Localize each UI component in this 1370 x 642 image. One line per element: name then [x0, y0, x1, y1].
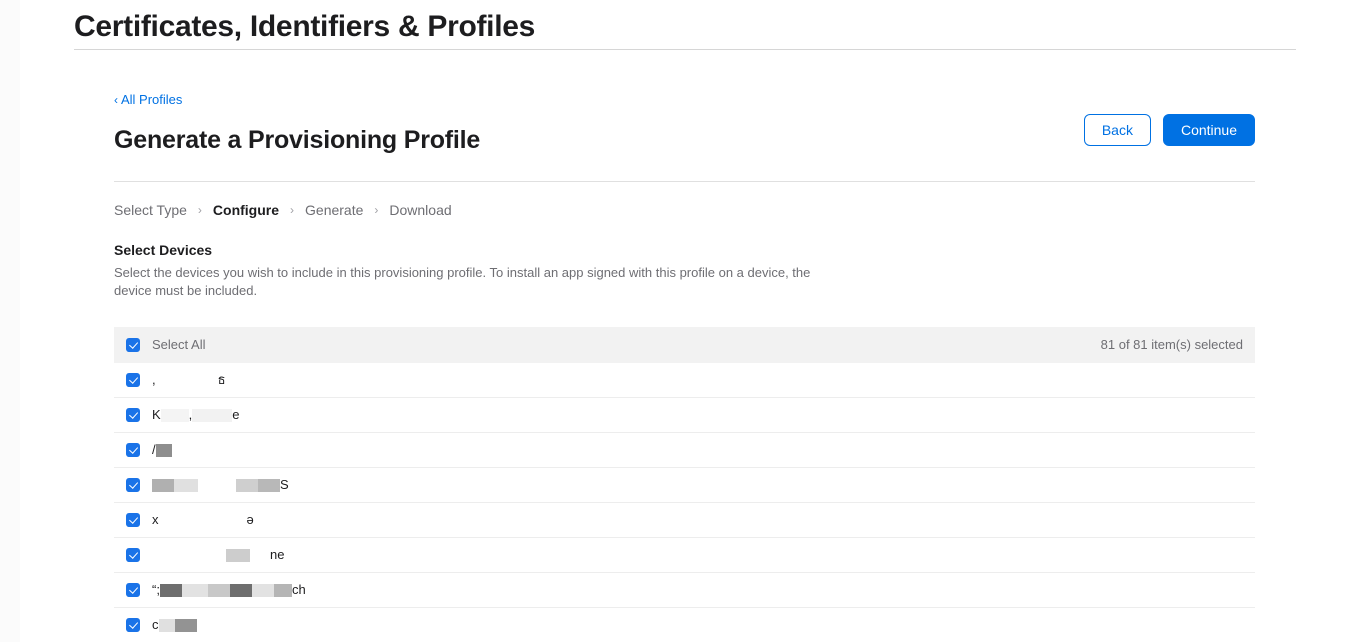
select-devices-heading: Select Devices	[114, 242, 1255, 259]
selection-count-label: 81 of 81 item(s) selected	[1101, 337, 1243, 353]
page-header: Certificates, Identifiers & Profiles	[74, 0, 1296, 50]
page-root: Certificates, Identifiers & Profiles ‹Al…	[0, 0, 1370, 642]
action-buttons: Back Continue	[1084, 114, 1255, 146]
device-name-fragment: ch	[292, 582, 306, 598]
redaction-block	[192, 409, 232, 422]
wizard-steps: Select Type › Configure › Generate › Download	[114, 202, 1255, 219]
redaction-block	[175, 619, 197, 632]
chevron-left-icon: ‹	[114, 93, 118, 107]
redaction-block	[274, 584, 292, 597]
redaction-block	[258, 479, 280, 492]
device-name-label: S	[152, 477, 289, 493]
device-rows-container: ,ธ K,e / Sxǝ ne “; ch c	[114, 363, 1255, 642]
device-row[interactable]: /	[114, 433, 1255, 468]
device-checkbox[interactable]	[126, 618, 140, 632]
select-devices-description: Select the devices you wish to include i…	[114, 264, 824, 300]
device-name-fragment: ne	[270, 547, 284, 563]
redaction-block	[182, 584, 208, 597]
device-name-fragment: S	[280, 477, 289, 493]
title-divider	[114, 181, 1255, 182]
device-row[interactable]: K,e	[114, 398, 1255, 433]
device-name-label: ne	[152, 547, 284, 563]
redaction-block	[174, 479, 198, 492]
redaction-block	[198, 479, 236, 492]
device-row[interactable]: c	[114, 608, 1255, 642]
device-name-fragment: ǝ	[247, 512, 254, 528]
redaction-block	[159, 514, 247, 527]
device-name-fragment: K	[152, 407, 161, 423]
wizard-step-download[interactable]: Download	[389, 202, 451, 219]
redaction-block	[156, 444, 172, 457]
back-to-all-profiles-link[interactable]: ‹All Profiles	[114, 92, 182, 108]
device-checkbox[interactable]	[126, 478, 140, 492]
device-name-label: K,e	[152, 407, 240, 423]
device-name-label: ,ธ	[152, 372, 226, 388]
select-all-checkbox[interactable]	[126, 338, 140, 352]
chevron-right-icon: ›	[290, 202, 294, 219]
device-name-fragment: ธ	[218, 372, 226, 388]
device-checkbox[interactable]	[126, 373, 140, 387]
title-row: Generate a Provisioning Profile Back Con…	[114, 125, 1255, 173]
device-name-label: c	[152, 617, 197, 633]
device-name-fragment: “;	[152, 582, 160, 598]
redaction-block	[156, 374, 218, 387]
device-checkbox[interactable]	[126, 583, 140, 597]
redaction-block	[230, 584, 252, 597]
redaction-block	[208, 584, 230, 597]
device-row[interactable]: S	[114, 468, 1255, 503]
device-checkbox[interactable]	[126, 548, 140, 562]
device-row[interactable]: “; ch	[114, 573, 1255, 608]
device-checkbox[interactable]	[126, 443, 140, 457]
device-name-label: xǝ	[152, 512, 254, 528]
device-checkbox[interactable]	[126, 513, 140, 527]
device-row[interactable]: ,ธ	[114, 363, 1255, 398]
content-column: ‹All Profiles Generate a Provisioning Pr…	[114, 50, 1255, 642]
back-button[interactable]: Back	[1084, 114, 1151, 146]
select-all-label: Select All	[152, 337, 205, 353]
back-link-label: All Profiles	[121, 92, 182, 107]
chevron-right-icon: ›	[198, 202, 202, 219]
device-list: Select All 81 of 81 item(s) selected ,ธ K…	[114, 327, 1255, 642]
redaction-block	[161, 409, 189, 422]
redaction-block	[152, 549, 226, 562]
wizard-step-generate[interactable]: Generate	[305, 202, 363, 219]
redaction-block	[152, 479, 174, 492]
wizard-step-configure: Configure	[213, 202, 279, 219]
device-name-label: /	[152, 442, 172, 458]
redaction-block	[250, 549, 270, 562]
device-list-header: Select All 81 of 81 item(s) selected	[114, 327, 1255, 363]
page-title: Certificates, Identifiers & Profiles	[74, 0, 1296, 45]
device-checkbox[interactable]	[126, 408, 140, 422]
redaction-block	[160, 584, 182, 597]
redaction-block	[236, 479, 258, 492]
left-gutter	[0, 0, 20, 642]
continue-button[interactable]: Continue	[1163, 114, 1255, 146]
device-name-fragment: e	[232, 407, 239, 423]
device-row[interactable]: ne	[114, 538, 1255, 573]
chevron-right-icon: ›	[374, 202, 378, 219]
wizard-step-select-type[interactable]: Select Type	[114, 202, 187, 219]
device-row[interactable]: xǝ	[114, 503, 1255, 538]
redaction-block	[226, 549, 250, 562]
redaction-block	[159, 619, 175, 632]
device-name-label: “; ch	[152, 582, 306, 598]
redaction-block	[252, 584, 274, 597]
